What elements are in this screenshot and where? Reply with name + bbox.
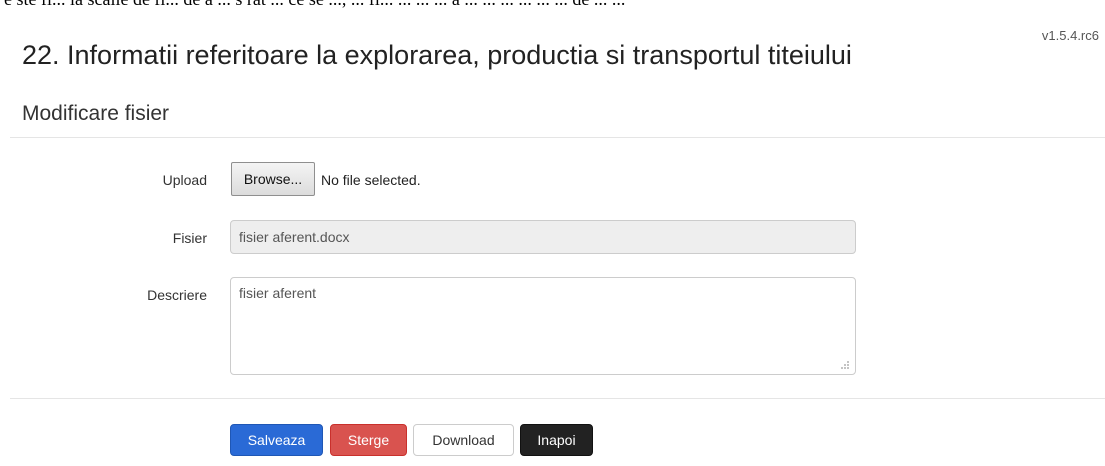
fisier-field: fisier aferent.docx [230, 220, 856, 254]
descriere-textarea[interactable]: fisier aferent [230, 277, 856, 375]
divider [10, 398, 1105, 399]
descriere-value: fisier aferent [239, 285, 317, 301]
save-button[interactable]: Salveaza [230, 424, 323, 456]
page-title: 22. Informatii referitoare la explorarea… [22, 40, 852, 70]
version-label: v1.5.4.rc6 [1041, 28, 1099, 43]
upload-label: Upload [162, 172, 207, 188]
back-button[interactable]: Inapoi [520, 424, 593, 456]
download-button[interactable]: Download [413, 424, 514, 456]
descriere-label: Descriere [147, 287, 207, 303]
clipped-top-text: e ste fi... la scaile de fi... de a ... … [0, 0, 1105, 9]
section-title: Modificare fisier [22, 102, 170, 125]
resize-grip-icon[interactable] [839, 359, 849, 369]
divider [10, 137, 1105, 138]
file-status-text: No file selected. [321, 172, 421, 188]
fisier-label: Fisier [172, 230, 207, 246]
browse-button[interactable]: Browse... [231, 162, 315, 196]
page: e ste fi... la scaile de fi... de a ... … [0, 0, 1105, 466]
delete-button[interactable]: Sterge [330, 424, 407, 456]
